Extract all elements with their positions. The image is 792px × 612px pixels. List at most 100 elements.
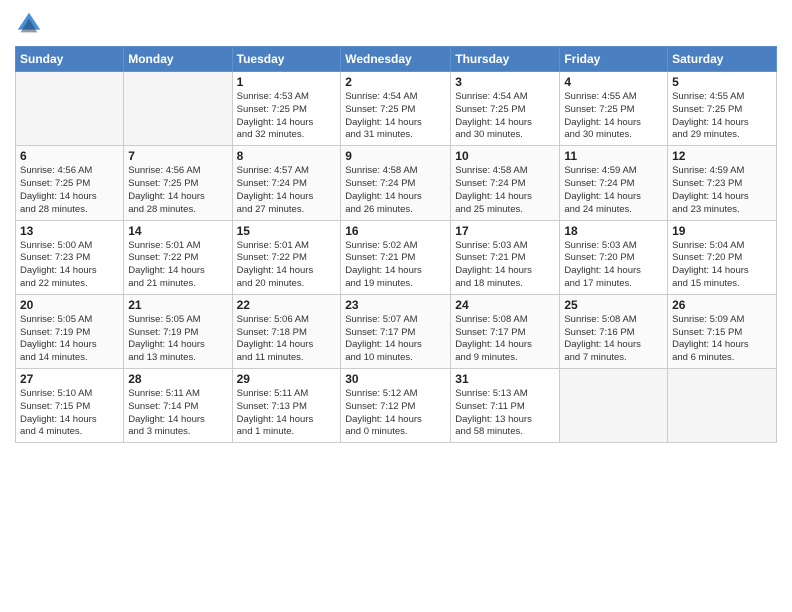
day-number: 30 xyxy=(345,372,446,386)
day-number: 20 xyxy=(20,298,119,312)
calendar-cell: 25 Sunrise: 5:08 AM Sunset: 7:16 PM Dayli… xyxy=(560,294,668,368)
day-detail: Sunrise: 5:04 AM Sunset: 7:20 PM Dayligh… xyxy=(672,240,772,291)
calendar-cell: 19 Sunrise: 5:04 AM Sunset: 7:20 PM Dayli… xyxy=(668,220,777,294)
day-detail: Sunrise: 5:11 AM Sunset: 7:14 PM Dayligh… xyxy=(128,388,227,439)
logo xyxy=(15,10,47,38)
day-detail: Sunrise: 5:08 AM Sunset: 7:16 PM Dayligh… xyxy=(564,314,663,365)
calendar-cell: 29Sunrise: 5:11 AM Sunset: 7:13 PM Dayli… xyxy=(232,369,341,443)
calendar-cell: 1 Sunrise: 4:53 AM Sunset: 7:25 PM Daylig… xyxy=(232,72,341,146)
day-detail: Sunrise: 4:53 AM Sunset: 7:25 PM Dayligh… xyxy=(237,91,337,142)
day-detail: Sunrise: 5:09 AM Sunset: 7:15 PM Dayligh… xyxy=(672,314,772,365)
day-detail: Sunrise: 5:08 AM Sunset: 7:17 PM Dayligh… xyxy=(455,314,555,365)
calendar-cell: 28 Sunrise: 5:11 AM Sunset: 7:14 PM Dayli… xyxy=(124,369,232,443)
calendar-cell: 18Sunrise: 5:03 AM Sunset: 7:20 PM Dayli… xyxy=(560,220,668,294)
weekday-header: Sunday xyxy=(16,47,124,72)
day-detail: Sunrise: 4:54 AM Sunset: 7:25 PM Dayligh… xyxy=(345,91,446,142)
calendar-cell: 10Sunrise: 4:58 AM Sunset: 7:24 PM Dayli… xyxy=(451,146,560,220)
day-number: 5 xyxy=(672,75,772,89)
day-number: 14 xyxy=(128,224,227,238)
day-number: 18 xyxy=(564,224,663,238)
logo-icon xyxy=(15,10,43,38)
calendar-week-row: 13 Sunrise: 5:00 AM Sunset: 7:23 PM Dayli… xyxy=(16,220,777,294)
day-number: 10 xyxy=(455,149,555,163)
day-detail: Sunrise: 5:06 AM Sunset: 7:18 PM Dayligh… xyxy=(237,314,337,365)
day-detail: Sunrise: 4:55 AM Sunset: 7:25 PM Dayligh… xyxy=(672,91,772,142)
day-number: 27 xyxy=(20,372,119,386)
day-detail: Sunrise: 4:57 AM Sunset: 7:24 PM Dayligh… xyxy=(237,165,337,216)
day-number: 6 xyxy=(20,149,119,163)
calendar-cell: 7 Sunrise: 4:56 AM Sunset: 7:25 PM Daylig… xyxy=(124,146,232,220)
calendar-cell: 12 Sunrise: 4:59 AM Sunset: 7:23 PM Dayli… xyxy=(668,146,777,220)
day-number: 4 xyxy=(564,75,663,89)
calendar-cell: 22 Sunrise: 5:06 AM Sunset: 7:18 PM Dayli… xyxy=(232,294,341,368)
weekday-header: Saturday xyxy=(668,47,777,72)
day-detail: Sunrise: 4:59 AM Sunset: 7:23 PM Dayligh… xyxy=(672,165,772,216)
calendar-week-row: 6 Sunrise: 4:56 AM Sunset: 7:25 PM Daylig… xyxy=(16,146,777,220)
day-detail: Sunrise: 5:11 AM Sunset: 7:13 PM Dayligh… xyxy=(237,388,337,439)
day-detail: Sunrise: 5:07 AM Sunset: 7:17 PM Dayligh… xyxy=(345,314,446,365)
day-number: 3 xyxy=(455,75,555,89)
day-detail: Sunrise: 5:12 AM Sunset: 7:12 PM Dayligh… xyxy=(345,388,446,439)
weekday-header: Monday xyxy=(124,47,232,72)
weekday-header-row: SundayMondayTuesdayWednesdayThursdayFrid… xyxy=(16,47,777,72)
calendar-cell: 20 Sunrise: 5:05 AM Sunset: 7:19 PM Dayli… xyxy=(16,294,124,368)
calendar-cell: 30 Sunrise: 5:12 AM Sunset: 7:12 PM Dayli… xyxy=(341,369,451,443)
weekday-header: Friday xyxy=(560,47,668,72)
calendar-cell: 17 Sunrise: 5:03 AM Sunset: 7:21 PM Dayli… xyxy=(451,220,560,294)
day-detail: Sunrise: 4:54 AM Sunset: 7:25 PM Dayligh… xyxy=(455,91,555,142)
calendar-cell: 15Sunrise: 5:01 AM Sunset: 7:22 PM Dayli… xyxy=(232,220,341,294)
day-number: 19 xyxy=(672,224,772,238)
calendar-cell: 16 Sunrise: 5:02 AM Sunset: 7:21 PM Dayli… xyxy=(341,220,451,294)
calendar-cell: 31 Sunrise: 5:13 AM Sunset: 7:11 PM Dayli… xyxy=(451,369,560,443)
day-number: 28 xyxy=(128,372,227,386)
day-number: 12 xyxy=(672,149,772,163)
day-detail: Sunrise: 4:55 AM Sunset: 7:25 PM Dayligh… xyxy=(564,91,663,142)
day-number: 21 xyxy=(128,298,227,312)
day-detail: Sunrise: 5:00 AM Sunset: 7:23 PM Dayligh… xyxy=(20,240,119,291)
day-detail: Sunrise: 5:03 AM Sunset: 7:21 PM Dayligh… xyxy=(455,240,555,291)
day-number: 25 xyxy=(564,298,663,312)
day-number: 1 xyxy=(237,75,337,89)
day-detail: Sunrise: 5:02 AM Sunset: 7:21 PM Dayligh… xyxy=(345,240,446,291)
calendar-week-row: 1 Sunrise: 4:53 AM Sunset: 7:25 PM Daylig… xyxy=(16,72,777,146)
calendar-cell xyxy=(124,72,232,146)
calendar-cell: 14 Sunrise: 5:01 AM Sunset: 7:22 PM Dayli… xyxy=(124,220,232,294)
calendar-week-row: 27 Sunrise: 5:10 AM Sunset: 7:15 PM Dayli… xyxy=(16,369,777,443)
calendar-cell: 26Sunrise: 5:09 AM Sunset: 7:15 PM Dayli… xyxy=(668,294,777,368)
header xyxy=(15,10,777,38)
weekday-header: Tuesday xyxy=(232,47,341,72)
day-number: 16 xyxy=(345,224,446,238)
calendar-cell xyxy=(560,369,668,443)
day-number: 15 xyxy=(237,224,337,238)
day-detail: Sunrise: 4:56 AM Sunset: 7:25 PM Dayligh… xyxy=(20,165,119,216)
weekday-header: Thursday xyxy=(451,47,560,72)
calendar-cell: 8Sunrise: 4:57 AM Sunset: 7:24 PM Daylig… xyxy=(232,146,341,220)
day-detail: Sunrise: 5:10 AM Sunset: 7:15 PM Dayligh… xyxy=(20,388,119,439)
calendar-cell: 9Sunrise: 4:58 AM Sunset: 7:24 PM Daylig… xyxy=(341,146,451,220)
calendar-cell: 11 Sunrise: 4:59 AM Sunset: 7:24 PM Dayli… xyxy=(560,146,668,220)
day-detail: Sunrise: 5:05 AM Sunset: 7:19 PM Dayligh… xyxy=(128,314,227,365)
weekday-header: Wednesday xyxy=(341,47,451,72)
day-detail: Sunrise: 4:56 AM Sunset: 7:25 PM Dayligh… xyxy=(128,165,227,216)
page: SundayMondayTuesdayWednesdayThursdayFrid… xyxy=(0,0,792,612)
calendar-cell xyxy=(16,72,124,146)
day-detail: Sunrise: 4:59 AM Sunset: 7:24 PM Dayligh… xyxy=(564,165,663,216)
day-number: 17 xyxy=(455,224,555,238)
day-detail: Sunrise: 5:05 AM Sunset: 7:19 PM Dayligh… xyxy=(20,314,119,365)
day-number: 24 xyxy=(455,298,555,312)
day-detail: Sunrise: 5:01 AM Sunset: 7:22 PM Dayligh… xyxy=(128,240,227,291)
calendar-table: SundayMondayTuesdayWednesdayThursdayFrid… xyxy=(15,46,777,443)
calendar-cell: 6 Sunrise: 4:56 AM Sunset: 7:25 PM Daylig… xyxy=(16,146,124,220)
day-detail: Sunrise: 4:58 AM Sunset: 7:24 PM Dayligh… xyxy=(345,165,446,216)
day-number: 11 xyxy=(564,149,663,163)
calendar-cell: 24 Sunrise: 5:08 AM Sunset: 7:17 PM Dayli… xyxy=(451,294,560,368)
day-detail: Sunrise: 5:13 AM Sunset: 7:11 PM Dayligh… xyxy=(455,388,555,439)
day-number: 7 xyxy=(128,149,227,163)
calendar-cell: 4 Sunrise: 4:55 AM Sunset: 7:25 PM Daylig… xyxy=(560,72,668,146)
calendar-cell: 5 Sunrise: 4:55 AM Sunset: 7:25 PM Daylig… xyxy=(668,72,777,146)
day-number: 31 xyxy=(455,372,555,386)
day-number: 13 xyxy=(20,224,119,238)
day-number: 22 xyxy=(237,298,337,312)
calendar-cell: 23Sunrise: 5:07 AM Sunset: 7:17 PM Dayli… xyxy=(341,294,451,368)
calendar-cell: 2Sunrise: 4:54 AM Sunset: 7:25 PM Daylig… xyxy=(341,72,451,146)
